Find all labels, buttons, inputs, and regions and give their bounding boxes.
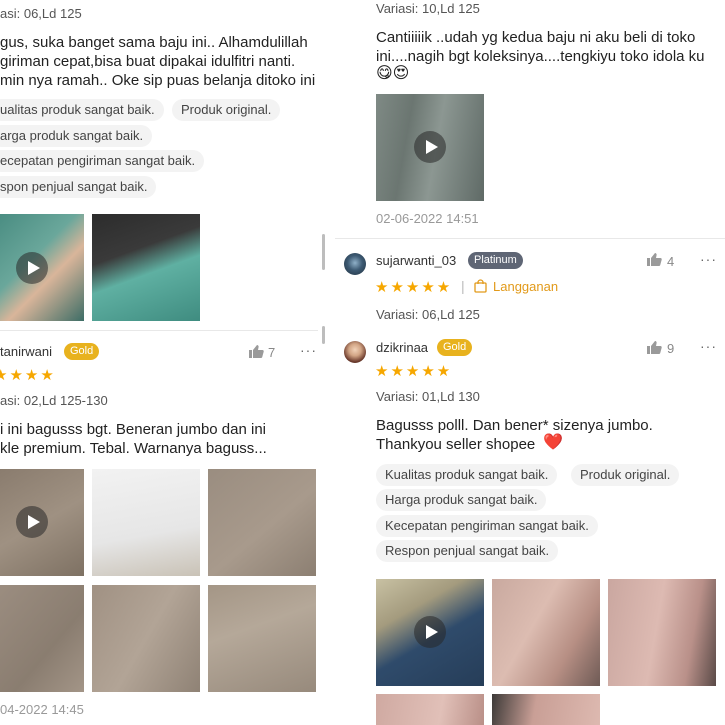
review-tag: Harga produk sangat baik. (376, 489, 547, 511)
review-photo-thumbnail[interactable] (92, 469, 200, 576)
scrollbar-thumb[interactable] (322, 234, 325, 270)
separator: | (461, 278, 465, 294)
like-count: 9 (667, 341, 675, 356)
thumbs-up-icon[interactable] (646, 340, 662, 360)
review-photo-thumbnail[interactable] (208, 585, 316, 692)
play-icon[interactable] (16, 252, 48, 284)
review-video-thumbnail[interactable] (376, 579, 484, 686)
rating-stars: ★★★★★ (375, 363, 453, 380)
member-badge: Platinum (468, 252, 523, 269)
review-photo-thumbnail[interactable] (608, 579, 716, 686)
review-photo-thumbnail[interactable] (208, 469, 316, 576)
review-video-thumbnail[interactable] (376, 94, 484, 201)
member-badge: Gold (64, 343, 100, 360)
review-tag: Kecepatan pengiriman sangat baik. (376, 515, 598, 537)
variation-label: Variasi: 10,Ld 125 (376, 1, 480, 16)
variation-label: Variasi: 01,Ld 130 (376, 389, 480, 404)
review-photo-thumbnail[interactable] (92, 585, 200, 692)
play-icon[interactable] (16, 506, 48, 538)
review-video-thumbnail[interactable] (0, 469, 84, 576)
like-count: 4 (667, 254, 675, 269)
review-divider (0, 330, 318, 331)
review-tag: Produk original. (172, 99, 281, 121)
review-tag: Kualitas produk sangat baik. (376, 464, 558, 486)
review-tag: ecepatan pengiriman sangat baik. (0, 150, 205, 172)
review-photo-thumbnail[interactable] (376, 694, 484, 725)
scrollbar-track[interactable] (322, 326, 325, 344)
play-icon[interactable] (414, 616, 446, 648)
like-count: 7 (268, 345, 276, 360)
review-photo-thumbnail[interactable] (92, 214, 200, 321)
play-icon[interactable] (414, 131, 446, 163)
review-text-line: Bagusss polll. Dan bener* sizenya jumbo. (376, 417, 653, 434)
review-video-thumbnail[interactable] (0, 214, 84, 321)
review-text-line: gus, suka banget sama baju ini.. Alhamdu… (0, 34, 308, 51)
more-options-icon[interactable]: ··· (700, 338, 717, 354)
review-photo-thumbnail[interactable] (0, 585, 84, 692)
variation-label: Variasi: 06,Ld 125 (376, 307, 480, 322)
review-tag: Produk original. (571, 464, 680, 486)
review-photo-thumbnail[interactable] (492, 579, 600, 686)
avatar[interactable] (344, 341, 366, 363)
review-divider (335, 238, 725, 239)
review-text-line: kle premium. Tebal. Warnanya baguss... (0, 440, 267, 457)
review-tag: arga produk sangat baik. (0, 125, 153, 147)
thumbs-up-icon[interactable] (248, 344, 264, 364)
review-tag: Respon penjual sangat baik. (376, 540, 559, 562)
review-photo-thumbnail[interactable] (492, 694, 600, 725)
thumbs-up-icon[interactable] (646, 252, 662, 272)
variation-label: asi: 06,Ld 125 (0, 6, 82, 21)
review-text-line: Thankyou seller shopee (376, 436, 536, 453)
variation-label: asi: 02,Ld 125-130 (0, 393, 108, 408)
review-tag: spon penjual sangat baik. (0, 176, 157, 198)
more-options-icon[interactable]: ··· (700, 251, 717, 267)
review-timestamp: 04-2022 14:45 (0, 702, 84, 717)
member-badge: Gold (437, 339, 473, 356)
heart-emoji: ❤️ (543, 434, 563, 451)
review-tag: ualitas produk sangat baik. (0, 99, 164, 121)
reviewer-username[interactable]: tanirwani (0, 344, 52, 359)
avatar[interactable] (344, 253, 366, 275)
review-emoji: 😋😍 (376, 65, 410, 82)
rating-stars: ★★★★ (0, 367, 56, 384)
subscription-label: Langganan (493, 279, 559, 294)
review-text-line: i ini bagusss bgt. Beneran jumbo dan ini (0, 421, 267, 438)
shop-bag-icon (474, 279, 487, 298)
rating-stars: ★★★★★ (375, 279, 453, 296)
reviewer-username[interactable]: sujarwanti_03 (376, 253, 456, 268)
more-options-icon[interactable]: ··· (300, 342, 317, 358)
review-text-line: min nya ramah.. Oke sip puas belanja dit… (0, 72, 316, 89)
review-text-line: giriman cepat,bisa buat dipakai idulfitr… (0, 53, 296, 70)
reviewer-username[interactable]: dzikrinaa (376, 340, 428, 355)
review-text-line: Cantiiiiik ..udah yg kedua baju ni aku b… (376, 29, 696, 46)
review-text-line: ini....nagih bgt koleksinya....tengkiyu … (376, 48, 705, 65)
review-timestamp: 02-06-2022 14:51 (376, 211, 479, 226)
